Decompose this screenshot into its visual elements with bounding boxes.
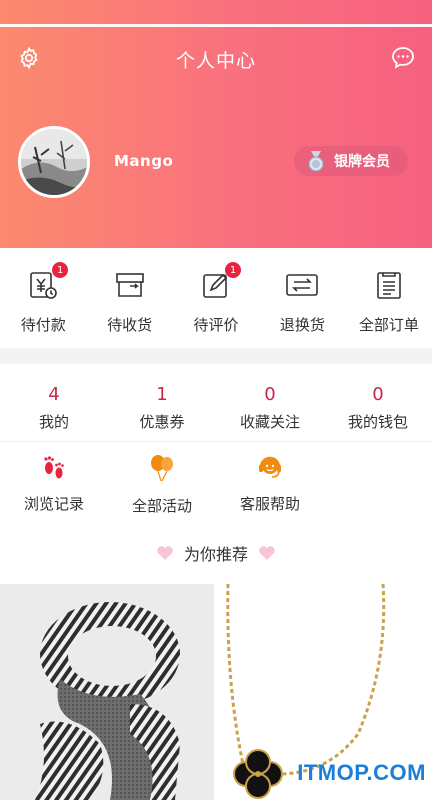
product-grid: ITMOP.COM [0, 584, 432, 800]
box-icon [115, 273, 144, 297]
tool-label: 全部活动 [131, 497, 192, 515]
medal-icon [308, 151, 324, 172]
tool-label: 浏览记录 [23, 495, 84, 513]
order-label: 待收货 [107, 316, 153, 334]
section-divider [0, 348, 432, 364]
order-status-row: 1 待付款 待收货 1 待评价 退换货 全部订单 [0, 248, 432, 348]
tool-all-activities[interactable]: 全部活动 [108, 443, 216, 523]
stat-count: 0 [372, 384, 384, 405]
stat-label: 我的钱包 [347, 413, 408, 431]
username: Mango [114, 152, 174, 170]
stats-row: 4 我的 1 优惠券 0 收藏关注 0 我的钱包 [0, 364, 432, 442]
heart-icon [259, 546, 275, 560]
recommend-header: 为你推荐 [0, 538, 432, 568]
watermark-text: ITMOP.COM [297, 760, 426, 785]
page-title: 个人中心 [175, 50, 256, 72]
product-card[interactable]: ITMOP.COM [218, 584, 432, 800]
order-pending-receipt[interactable]: 待收货 [86, 248, 172, 348]
profile-header: 个人中心 Mango 银牌会员 [0, 0, 432, 248]
order-badge: 1 [52, 262, 69, 278]
tool-label: 客服帮助 [239, 495, 300, 513]
footprints-icon [44, 456, 64, 479]
avatar-photo [21, 129, 87, 195]
member-level-label: 银牌会员 [334, 154, 390, 170]
stat-count: 4 [48, 384, 60, 405]
stat-label: 收藏关注 [239, 413, 300, 431]
member-level-badge[interactable]: 银牌会员 [294, 146, 408, 176]
avatar[interactable] [18, 126, 90, 198]
order-pending-review[interactable]: 1 待评价 [173, 248, 259, 348]
order-badge: 1 [225, 262, 242, 278]
stat-label: 优惠券 [139, 413, 185, 431]
list-icon [377, 272, 401, 299]
stat-count: 0 [264, 384, 276, 405]
stat-mine[interactable]: 4 我的 [0, 364, 108, 441]
order-label: 待付款 [20, 316, 66, 334]
tool-browse-history[interactable]: 浏览记录 [0, 443, 108, 523]
tools-row: 浏览记录 全部活动 客服帮助 [0, 443, 432, 523]
stat-favorites[interactable]: 0 收藏关注 [216, 364, 324, 441]
message-button[interactable] [388, 43, 418, 73]
recommend-title: 为你推荐 [183, 545, 248, 564]
heart-icon [157, 546, 173, 560]
order-pending-payment[interactable]: 1 待付款 [0, 248, 86, 348]
headset-icon [259, 456, 281, 478]
order-label: 待评价 [193, 316, 239, 334]
stat-label: 我的 [38, 413, 69, 431]
stat-wallet[interactable]: 0 我的钱包 [324, 364, 432, 441]
stat-coupons[interactable]: 1 优惠券 [108, 364, 216, 441]
balloons-icon [151, 455, 173, 482]
order-returns[interactable]: 退换货 [259, 248, 345, 348]
order-label: 全部订单 [358, 316, 419, 334]
scarf-product-image [0, 584, 214, 800]
order-label: 退换货 [279, 316, 325, 334]
top-bar: 个人中心 [0, 40, 432, 76]
tool-customer-service[interactable]: 客服帮助 [216, 443, 324, 523]
order-all[interactable]: 全部订单 [346, 248, 432, 348]
status-bar [0, 24, 432, 27]
chat-bubble-icon [392, 47, 414, 69]
product-card[interactable] [0, 584, 214, 800]
stat-count: 1 [156, 384, 168, 405]
exchange-icon [286, 274, 319, 296]
